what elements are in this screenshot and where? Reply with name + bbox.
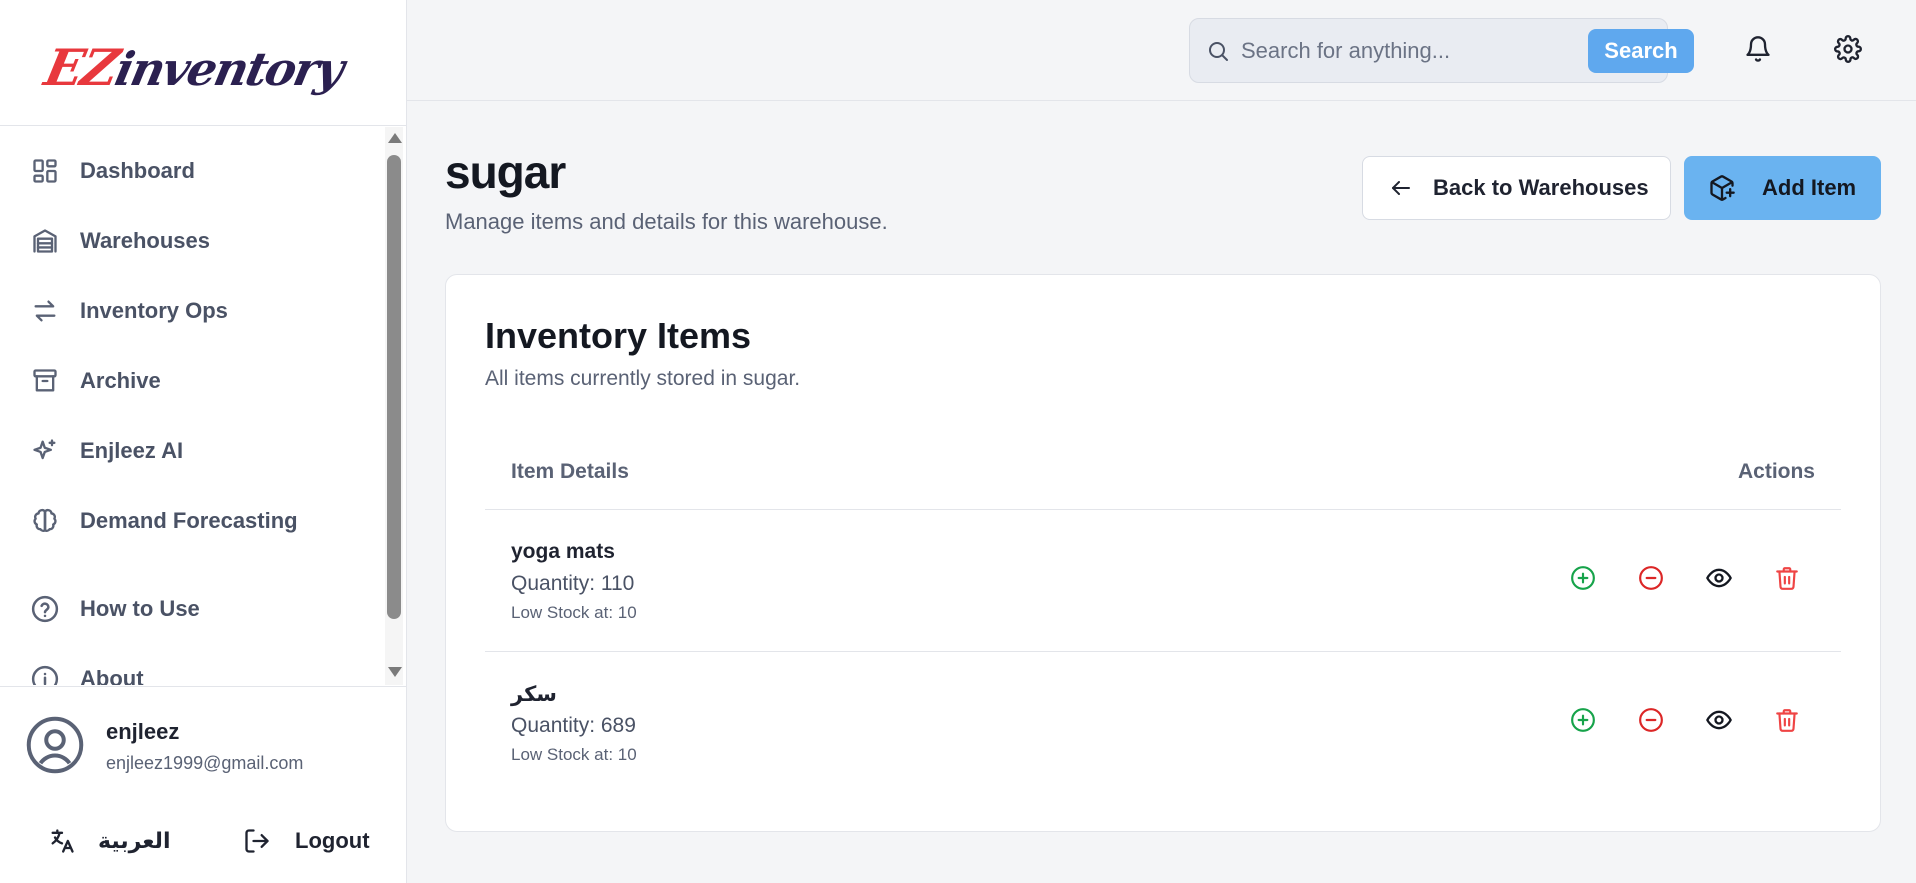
plus-circle-icon: [1571, 566, 1595, 590]
search-input[interactable]: [1241, 31, 1581, 71]
increase-quantity-button[interactable]: [1569, 706, 1597, 734]
arrows-exchange-icon: [28, 294, 62, 328]
brain-icon: [28, 504, 62, 538]
logout-icon: [245, 829, 269, 853]
archive-icon: [28, 364, 62, 398]
item-low-stock: Low Stock at: 10: [511, 603, 637, 622]
logout-button[interactable]: Logout: [243, 827, 370, 855]
sparkles-icon: [28, 434, 62, 468]
search-bar: Search: [1189, 18, 1694, 83]
logout-label: Logout: [295, 828, 370, 853]
sidebar-item-warehouses[interactable]: Warehouses: [28, 221, 210, 261]
translate-icon: [51, 829, 74, 853]
trash-icon: [1776, 709, 1798, 732]
column-header-item-details: Item Details: [511, 460, 629, 483]
language-label: العربية: [98, 828, 171, 853]
delete-item-button[interactable]: [1773, 564, 1801, 592]
sidebar-item-enjleez-ai[interactable]: Enjleez AI: [28, 431, 183, 471]
sidebar-item-label: Enjleez AI: [80, 438, 184, 463]
add-item-label: Add Item: [1762, 175, 1857, 200]
search-icon: [1209, 42, 1228, 61]
sidebar-item-label: Archive: [80, 368, 161, 393]
view-item-button[interactable]: [1705, 706, 1733, 734]
scroll-up-arrow-icon[interactable]: [388, 133, 402, 143]
page-title: sugar: [445, 146, 566, 198]
logo-ez: EZ: [39, 38, 123, 97]
column-header-actions: Actions: [1737, 460, 1815, 483]
dashboard-icon: [28, 154, 62, 188]
row-actions: [1569, 706, 1801, 734]
sidebar-item-label: How to Use: [80, 596, 200, 621]
user-email: enjleez1999@gmail.com: [106, 753, 304, 773]
sidebar-item-label: Demand Forecasting: [80, 508, 298, 533]
sidebar-item-label: Inventory Ops: [80, 298, 228, 323]
info-icon: [28, 662, 62, 685]
item-name: سكر: [511, 683, 557, 706]
user-panel: enjleez enjleez1999@gmail.com العربية Lo…: [0, 686, 406, 883]
sidebar-item-label: About: [80, 666, 144, 685]
item-name: yoga mats: [511, 540, 615, 563]
logo-area: EZinventory: [0, 0, 406, 126]
sidebar-item-inventory-ops[interactable]: Inventory Ops: [28, 291, 228, 331]
trash-icon: [1776, 567, 1798, 590]
sidebar-item-how-to-use[interactable]: How to Use: [28, 589, 200, 629]
settings-button[interactable]: [1834, 35, 1862, 68]
plus-circle-icon: [1571, 708, 1595, 732]
sidebar-scrollbar[interactable]: [385, 127, 403, 685]
row-actions: [1569, 564, 1801, 592]
table-header: Item Details Actions: [485, 435, 1841, 510]
item-quantity: Quantity: 110: [511, 572, 635, 595]
view-item-button[interactable]: [1705, 564, 1733, 592]
minus-circle-icon: [1639, 708, 1663, 732]
delete-item-button[interactable]: [1773, 706, 1801, 734]
sidebar-nav: Dashboard Warehouses Inventory Ops Archi…: [0, 127, 383, 685]
top-header: Search: [407, 0, 1916, 101]
arrow-left-icon: [1392, 181, 1410, 195]
logo-inventory: inventory: [110, 42, 348, 96]
page-subtitle: Manage items and details for this wareho…: [445, 209, 888, 234]
card-title: Inventory Items: [485, 315, 752, 356]
item-quantity: Quantity: 689: [511, 714, 636, 737]
decrease-quantity-button[interactable]: [1637, 706, 1665, 734]
minus-circle-icon: [1639, 566, 1663, 590]
package-plus-icon: [1710, 175, 1735, 201]
table-row: سكر Quantity: 689 Low Stock at: 10: [485, 652, 1841, 794]
eye-icon: [1706, 568, 1732, 588]
user-name: enjleez: [106, 719, 180, 744]
sidebar-item-about[interactable]: About: [28, 659, 144, 685]
gear-icon: [1834, 35, 1862, 63]
language-toggle-button[interactable]: العربية: [48, 827, 171, 855]
sidebar: EZinventory Dashboard Warehouses Invento…: [0, 0, 407, 883]
search-button[interactable]: Search: [1588, 29, 1694, 73]
decrease-quantity-button[interactable]: [1637, 564, 1665, 592]
inventory-table: Item Details Actions yoga mats Quantity:…: [485, 435, 1841, 794]
table-row: yoga mats Quantity: 110 Low Stock at: 10: [485, 510, 1841, 652]
avatar[interactable]: [25, 715, 85, 775]
notifications-button[interactable]: [1744, 35, 1772, 68]
item-low-stock: Low Stock at: 10: [511, 745, 637, 764]
back-to-warehouses-button[interactable]: Back to Warehouses: [1362, 156, 1671, 220]
back-button-label: Back to Warehouses: [1433, 175, 1649, 200]
sidebar-item-archive[interactable]: Archive: [28, 361, 161, 401]
sidebar-item-demand-forecasting[interactable]: Demand Forecasting: [28, 501, 298, 541]
help-circle-icon: [28, 592, 62, 626]
increase-quantity-button[interactable]: [1569, 564, 1597, 592]
sidebar-item-label: Dashboard: [80, 158, 195, 183]
bell-icon: [1746, 36, 1770, 62]
eye-icon: [1706, 710, 1732, 730]
sidebar-item-dashboard[interactable]: Dashboard: [28, 151, 195, 191]
app-logo[interactable]: EZinventory: [40, 38, 348, 97]
card-description: All items currently stored in sugar.: [485, 367, 801, 390]
scrollbar-thumb[interactable]: [387, 155, 401, 619]
add-item-button[interactable]: Add Item: [1684, 156, 1881, 220]
scroll-down-arrow-icon[interactable]: [388, 667, 402, 677]
warehouse-icon: [28, 224, 62, 258]
sidebar-item-label: Warehouses: [80, 228, 211, 253]
inventory-items-card: Inventory Items All items currently stor…: [445, 274, 1881, 832]
